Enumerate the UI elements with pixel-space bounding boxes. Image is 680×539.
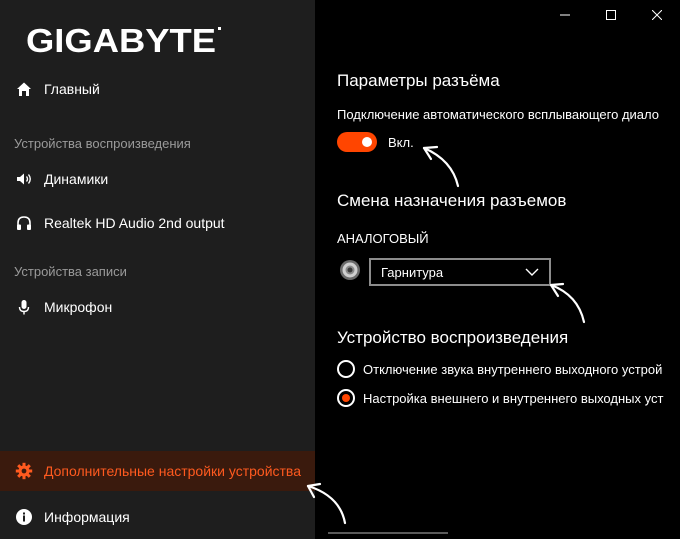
home-icon bbox=[14, 79, 34, 99]
toggle-knob bbox=[362, 137, 372, 147]
sidebar: GIGABYTE Главный Устройства воспроизведе… bbox=[0, 0, 315, 539]
window-controls bbox=[542, 0, 680, 30]
minimize-icon bbox=[560, 10, 570, 20]
sidebar-item-advanced-settings-label: Дополнительные настройки устройства bbox=[44, 463, 301, 479]
gigabyte-logo: GIGABYTE bbox=[26, 22, 226, 58]
sidebar-item-home[interactable]: Главный bbox=[0, 70, 315, 108]
svg-text:GIGABYTE: GIGABYTE bbox=[26, 22, 216, 58]
auto-popup-toggle[interactable] bbox=[337, 132, 377, 152]
jack-reassign-title: Смена назначения разъемов bbox=[337, 191, 567, 210]
gear-icon bbox=[14, 461, 34, 481]
sidebar-item-microphone-label: Микрофон bbox=[44, 299, 113, 315]
close-button[interactable] bbox=[634, 0, 680, 30]
headphones-icon bbox=[14, 213, 34, 233]
sidebar-item-speakers-label: Динамики bbox=[44, 171, 109, 187]
auto-popup-text: Подключение автоматического всплывающего… bbox=[337, 107, 659, 122]
sidebar-item-info-label: Информация bbox=[44, 509, 130, 525]
sidebar-item-speakers[interactable]: Динамики bbox=[0, 160, 315, 198]
sidebar-item-realtek-output-label: Realtek HD Audio 2nd output bbox=[44, 215, 225, 231]
maximize-button[interactable] bbox=[588, 0, 634, 30]
microphone-icon bbox=[14, 297, 34, 317]
sidebar-item-home-label: Главный bbox=[44, 81, 100, 97]
scroll-indicator[interactable] bbox=[328, 532, 448, 534]
sidebar-item-microphone[interactable]: Микрофон bbox=[0, 288, 315, 326]
main-content: Параметры разъёма Подключение автоматиче… bbox=[315, 0, 680, 539]
jack-function-value: Гарнитура bbox=[381, 264, 444, 280]
recording-devices-section: Устройства записи bbox=[14, 264, 127, 279]
sidebar-item-advanced-settings[interactable]: Дополнительные настройки устройства bbox=[0, 451, 315, 491]
toggle-state-label: Вкл. bbox=[388, 135, 414, 150]
radio-external-internal-circle[interactable] bbox=[337, 389, 355, 407]
minimize-button[interactable] bbox=[542, 0, 588, 30]
speaker-icon bbox=[14, 169, 34, 189]
sidebar-item-info[interactable]: Информация bbox=[0, 498, 315, 536]
radio-mute-internal-label: Отключение звука внутреннего выходного у… bbox=[363, 361, 663, 377]
audio-jack-icon bbox=[339, 259, 361, 281]
close-icon bbox=[652, 10, 662, 20]
radio-external-internal[interactable]: Настройка внешнего и внутреннего выходны… bbox=[337, 389, 663, 407]
playback-device-title: Устройство воспроизведения bbox=[337, 328, 569, 347]
radio-mute-internal-circle[interactable] bbox=[337, 360, 355, 378]
gigabyte-audio-app: GIGABYTE Главный Устройства воспроизведе… bbox=[0, 0, 680, 539]
analog-label: АНАЛОГОВЫЙ bbox=[337, 231, 429, 246]
radio-external-internal-label: Настройка внешнего и внутреннего выходны… bbox=[363, 390, 664, 406]
jack-function-select[interactable]: Гарнитура bbox=[369, 258, 551, 286]
playback-devices-section: Устройства воспроизведения bbox=[14, 136, 191, 151]
chevron-down-icon bbox=[525, 263, 539, 281]
maximize-icon bbox=[606, 10, 616, 20]
radio-mute-internal[interactable]: Отключение звука внутреннего выходного у… bbox=[337, 360, 662, 378]
sidebar-item-realtek-output[interactable]: Realtek HD Audio 2nd output bbox=[0, 204, 315, 242]
jack-settings-title: Параметры разъёма bbox=[337, 71, 500, 90]
info-icon bbox=[14, 507, 34, 527]
